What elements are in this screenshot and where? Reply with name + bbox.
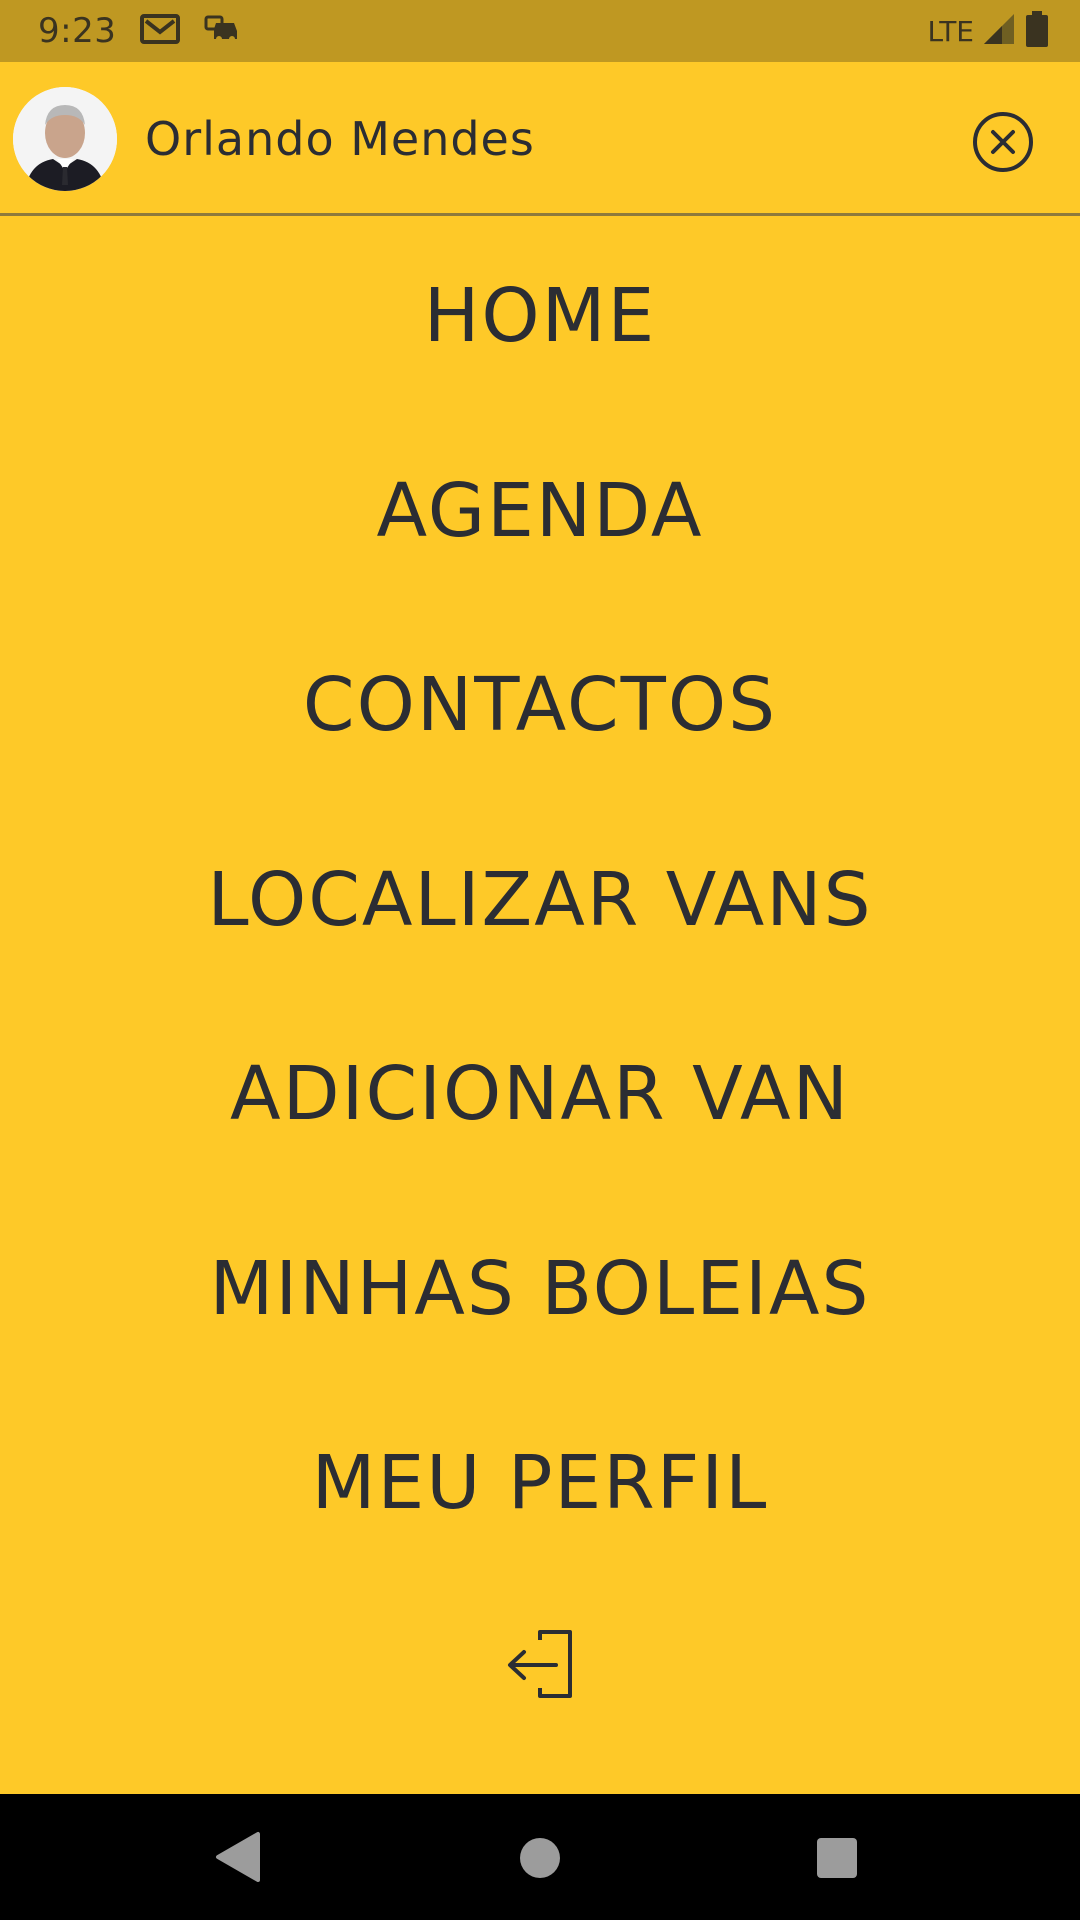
menu-item-contactos[interactable]: CONTACTOS [0, 645, 1080, 765]
menu-item-minhas-boleias[interactable]: MINHAS BOLEIAS [0, 1229, 1080, 1349]
menu-item-agenda[interactable]: AGENDA [0, 451, 1080, 571]
car-icon [204, 13, 240, 49]
avatar[interactable] [13, 87, 117, 191]
drawer-header: Orlando Mendes [0, 62, 1080, 216]
logout-icon[interactable] [500, 1628, 580, 1702]
gmail-icon [140, 13, 181, 49]
menu-item-home[interactable]: HOME [0, 256, 1080, 376]
home-icon[interactable] [520, 1838, 560, 1878]
menu-item-localizar-vans[interactable]: LOCALIZAR VANS [0, 840, 1080, 960]
status-right: LTE [927, 11, 1050, 51]
signal-icon [982, 12, 1016, 50]
network-type: LTE [927, 14, 974, 48]
user-name: Orlando Mendes [145, 112, 535, 166]
status-time: 9:23 [38, 11, 117, 51]
close-icon[interactable] [972, 111, 1034, 173]
status-left: 9:23 [38, 11, 240, 51]
battery-icon [1024, 11, 1050, 51]
menu-item-meu-perfil[interactable]: MEU PERFIL [0, 1423, 1080, 1543]
system-nav-bar [0, 1794, 1080, 1920]
recent-apps-icon[interactable] [817, 1838, 857, 1878]
menu-item-adicionar-van[interactable]: ADICIONAR VAN [0, 1034, 1080, 1154]
back-icon[interactable] [214, 1830, 264, 1884]
status-bar: 9:23 LTE [0, 0, 1080, 62]
